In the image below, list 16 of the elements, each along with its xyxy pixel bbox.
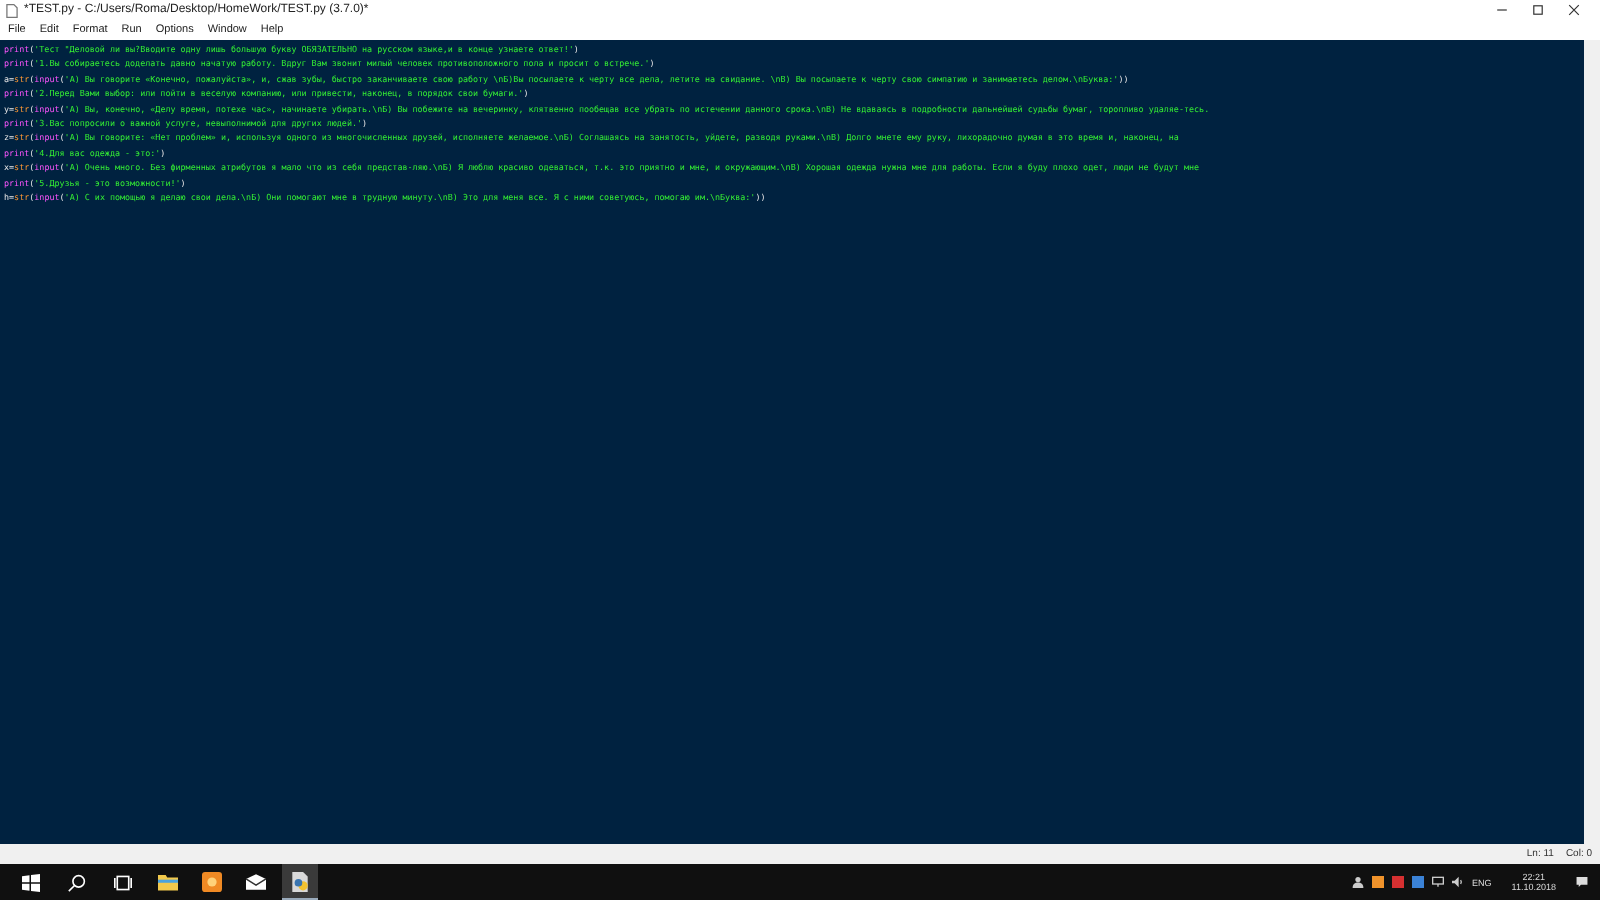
taskbar-app[interactable]	[282, 864, 318, 900]
minimize-icon[interactable]	[1496, 4, 1508, 16]
task-view-icon[interactable]	[114, 873, 132, 891]
start-icon[interactable]	[22, 873, 40, 891]
search-icon[interactable]	[68, 873, 86, 891]
network-icon[interactable]	[1432, 876, 1445, 888]
mail-icon	[246, 872, 266, 892]
scrollbar[interactable]	[1584, 40, 1600, 844]
app-icon	[202, 872, 222, 892]
close-icon[interactable]	[1568, 4, 1580, 16]
volume-icon[interactable]	[1452, 876, 1465, 888]
maximize-icon[interactable]	[1532, 4, 1544, 16]
notification-icon[interactable]	[1576, 876, 1588, 888]
document-icon	[290, 871, 310, 891]
folder-icon	[158, 872, 178, 892]
person-icon[interactable]	[1352, 876, 1365, 888]
